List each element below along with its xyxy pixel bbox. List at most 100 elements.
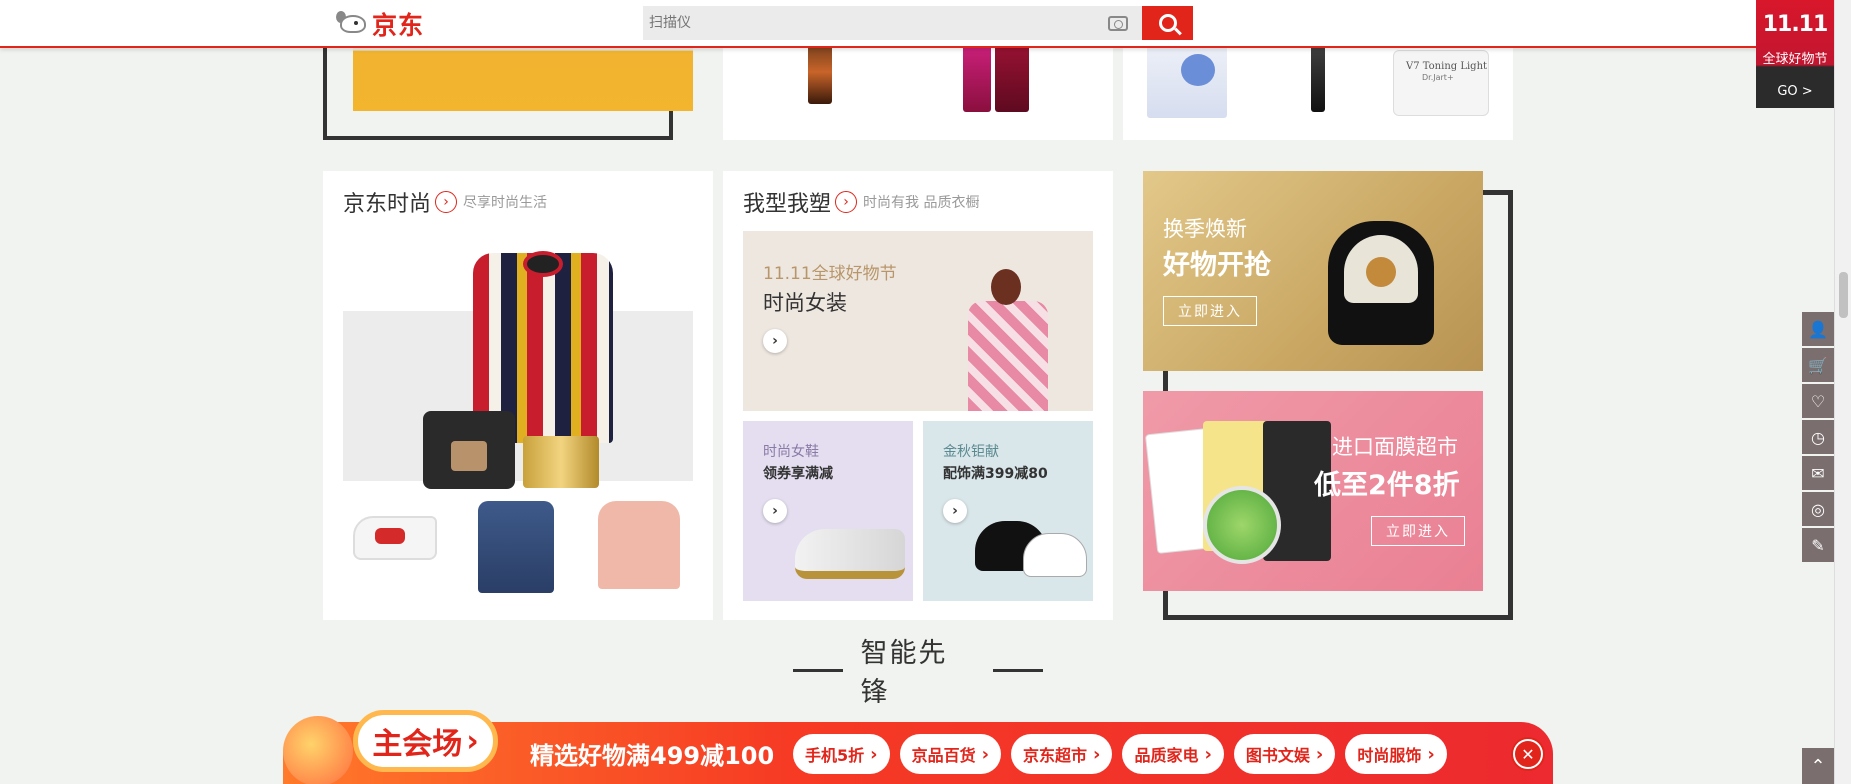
promo-line2: 好物开抢 <box>1163 250 1271 281</box>
wine-bottle-image[interactable] <box>808 40 832 104</box>
jd-logo[interactable]: 京东 <box>336 6 446 42</box>
promo-pill-list: 手机5折 › 京品百货 › 京东超市 › 品质家电 › 图书文娱 › 时尚服饰 › <box>793 734 1447 774</box>
tile-womens-fashion[interactable]: 11.11全球好物节 时尚女装 › <box>743 231 1093 411</box>
feedback-icon[interactable]: ✎ <box>1802 528 1834 562</box>
sneaker-thumbnail[interactable] <box>353 516 437 560</box>
floating-promo-bar: 主会场 › 精选好物满499减100 手机5折 › 京品百货 › 京东超市 › 品质家电… <box>283 710 1553 784</box>
tile-accessories[interactable]: 金秋钜献 配饰满399减80 › <box>923 421 1093 601</box>
badge-go-link[interactable]: GO > <box>1756 84 1834 99</box>
serum-tube-image[interactable] <box>1311 40 1325 112</box>
chevron-right-icon[interactable]: › <box>763 499 787 523</box>
backpack-image <box>1328 221 1434 345</box>
product-brand: Dr.Jart+ <box>1422 73 1454 82</box>
festival-corner-badge[interactable]: 11.11 全球好物节 GO > <box>1756 0 1834 108</box>
sneaker-image <box>795 529 905 579</box>
cosmetic-bottle-image[interactable] <box>995 40 1029 112</box>
denim-shirt-thumbnail[interactable] <box>478 501 554 593</box>
promo-image-yellow[interactable] <box>353 40 693 111</box>
pill-label: 时尚服饰 <box>1357 746 1422 765</box>
page-scrollbar[interactable] <box>1834 0 1851 784</box>
gold-shorts-image[interactable] <box>523 436 599 488</box>
section-title: 智能先锋 <box>860 638 948 708</box>
cart-icon[interactable]: 🛒 <box>1802 348 1834 382</box>
card-subtitle: 时尚有我 品质衣橱 <box>863 195 980 211</box>
promo-line1: 进口面膜超市 <box>1332 435 1458 459</box>
pill-label: 品质家电 <box>1134 746 1199 765</box>
chevron-right-icon[interactable]: › <box>943 499 967 523</box>
promo-pill-supermarket[interactable]: 京东超市 › <box>1011 734 1113 774</box>
chevron-right-icon: › <box>1204 743 1212 765</box>
camera-icon[interactable] <box>1108 16 1128 31</box>
search-input[interactable] <box>643 6 1142 40</box>
service-icon[interactable]: ◎ <box>1802 492 1834 526</box>
sweater-collar <box>523 251 563 277</box>
history-icon[interactable]: ◷ <box>1802 420 1834 454</box>
scrollbar-thumb[interactable] <box>1839 272 1848 318</box>
face-mask-image[interactable] <box>1147 40 1227 118</box>
main-venue-label: 主会场 <box>372 727 463 762</box>
close-icon[interactable]: ✕ <box>1513 739 1543 769</box>
pink-coat-model-image <box>968 301 1048 411</box>
product-card-top-right: V7 Toning Light Dr.Jart+ <box>1123 40 1513 140</box>
card-title: 我型我塑 <box>743 192 832 217</box>
chevron-up-icon: ⌃ <box>1810 755 1826 777</box>
pill-label: 图书文娱 <box>1245 746 1310 765</box>
promo-pill-jd-goods[interactable]: 京品百货 › <box>899 734 1001 774</box>
tile-tagline: 时尚女鞋 <box>763 444 819 460</box>
category-card-jd-fashion: 京东时尚 › 尽享时尚生活 <box>323 171 713 620</box>
right-toolbar: 👤 🛒 ♡ ◷ ✉ ◎ ✎ <box>1802 312 1834 564</box>
pill-label: 手机5折 <box>805 746 865 765</box>
search-box <box>643 6 1142 40</box>
product-card-top-middle <box>723 40 1113 140</box>
promo-line2: 低至2件8折 <box>1314 470 1460 501</box>
tile-womens-shoes[interactable]: 时尚女鞋 领券享满减 › <box>743 421 913 601</box>
heading-divider <box>993 668 1043 672</box>
model-head <box>991 269 1021 305</box>
card-subtitle: 尽享时尚生活 <box>463 195 548 211</box>
search-button[interactable] <box>1142 6 1193 40</box>
arrow-right-icon: › <box>835 191 858 213</box>
section-heading: 智能先锋 <box>793 638 1043 708</box>
chevron-right-icon[interactable]: › <box>763 329 787 353</box>
chevron-right-icon: › <box>466 723 479 759</box>
balloon-decoration-icon <box>283 716 353 784</box>
promo-pill-fashion[interactable]: 时尚服饰 › <box>1345 734 1447 774</box>
handbag-image[interactable] <box>423 411 515 489</box>
card-header[interactable]: 京东时尚 › 尽享时尚生活 <box>343 186 547 218</box>
card-header[interactable]: 我型我塑 › 时尚有我 品质衣橱 <box>743 186 979 218</box>
chevron-right-icon: › <box>1093 743 1101 765</box>
search-icon <box>1158 14 1177 32</box>
cosmetic-box-image[interactable] <box>963 40 991 112</box>
pink-sweater-thumbnail[interactable] <box>598 501 680 589</box>
promo-pill-books[interactable]: 图书文娱 › <box>1233 734 1336 774</box>
enter-now-button[interactable]: 立即进入 <box>1371 516 1465 546</box>
promo-line1: 换季焕新 <box>1163 217 1247 241</box>
back-to-top-button[interactable]: ⌃ <box>1802 748 1834 784</box>
heart-icon[interactable]: ♡ <box>1802 384 1834 418</box>
heading-divider <box>793 668 843 672</box>
chevron-right-icon: › <box>870 743 878 765</box>
cream-jar-image[interactable]: V7 Toning Light Dr.Jart+ <box>1393 50 1489 116</box>
tile-title: 配饰满399减80 <box>943 466 1048 482</box>
category-card-style: 我型我塑 › 时尚有我 品质衣橱 11.11全球好物节 时尚女装 › 时尚女鞋 … <box>723 171 1113 620</box>
chevron-right-icon: › <box>1427 743 1435 765</box>
enter-now-button[interactable]: 立即进入 <box>1163 296 1257 326</box>
message-icon[interactable]: ✉ <box>1802 456 1834 490</box>
main-venue-button[interactable]: 主会场 › <box>353 710 498 772</box>
aloe-gel-jar-image <box>1203 486 1281 564</box>
product-label: V7 Toning Light <box>1406 61 1488 72</box>
tile-tagline: 金秋钜献 <box>943 444 999 460</box>
promo-pill-appliances[interactable]: 品质家电 › <box>1122 734 1224 774</box>
promo-banner-new-season[interactable]: 换季焕新 好物开抢 立即进入 <box>1143 171 1483 371</box>
chevron-right-icon: › <box>1315 743 1324 765</box>
badge-title: 11.11 <box>1762 12 1829 37</box>
badge-subtitle: 全球好物节 <box>1762 52 1828 67</box>
chevron-right-icon: › <box>981 743 989 765</box>
promo-pill-phones[interactable]: 手机5折 › <box>793 734 890 774</box>
tile-tagline: 11.11全球好物节 <box>763 264 897 284</box>
promo-banner-face-mask[interactable]: 进口面膜超市 低至2件8折 立即进入 <box>1143 391 1483 591</box>
user-icon[interactable]: 👤 <box>1802 312 1834 346</box>
tile-title: 时尚女装 <box>763 291 847 315</box>
white-bucket-hat-image <box>1023 533 1087 577</box>
promo-slogan: 精选好物满499减100 <box>530 742 775 770</box>
